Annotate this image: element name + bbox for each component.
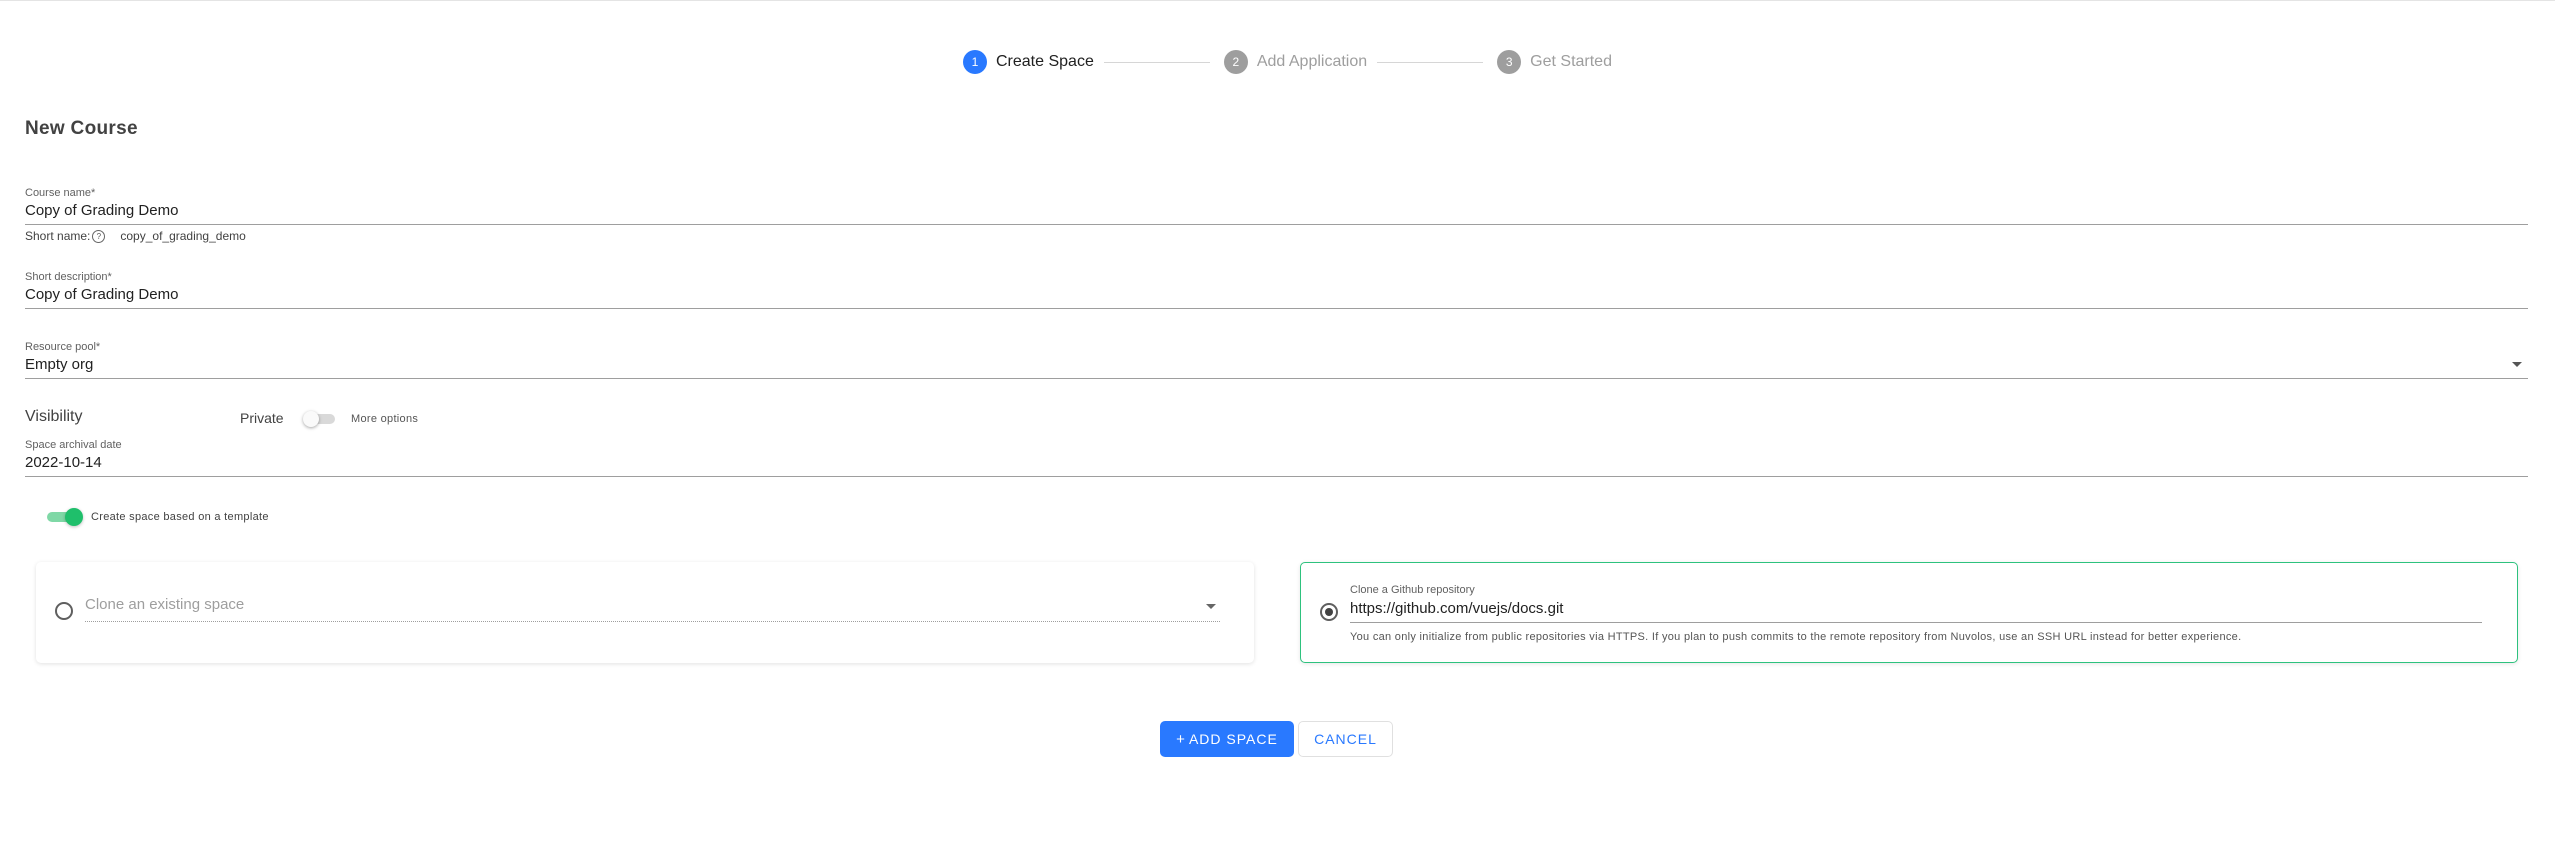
short-name-label: Short name: — [25, 229, 91, 243]
clone-space-select[interactable]: Clone an existing space — [85, 595, 1220, 622]
toggle-knob — [303, 411, 319, 427]
short-description-field[interactable]: Short description* Copy of Grading Demo — [25, 271, 2528, 309]
archival-date-label: Space archival date — [25, 439, 122, 451]
resource-pool-label: Resource pool* — [25, 341, 101, 353]
template-toggle-label: Create space based on a template — [91, 511, 269, 523]
private-label: Private — [240, 410, 284, 426]
add-space-button[interactable]: + ADD SPACE — [1160, 721, 1294, 757]
short-description-input[interactable]: Copy of Grading Demo — [25, 283, 2528, 308]
create-space-page: 1 Create Space 2 Add Application 3 Get S… — [0, 0, 2555, 848]
question-circle-icon[interactable]: ? — [92, 229, 106, 243]
step-connector — [1377, 61, 1484, 63]
course-name-label: Course name* — [25, 187, 96, 199]
chevron-down-icon[interactable] — [2512, 362, 2522, 367]
clone-repo-radio[interactable] — [1320, 603, 1338, 621]
add-space-label: ADD SPACE — [1188, 731, 1278, 747]
cancel-button[interactable]: CANCEL — [1298, 721, 1393, 757]
step-label: Get Started — [1530, 53, 1612, 70]
step-create-space[interactable]: 1 Create Space — [963, 50, 1094, 74]
toggle-knob — [65, 508, 83, 526]
archival-date-input[interactable]: 2022-10-14 — [25, 451, 2528, 476]
step-get-started[interactable]: 3 Get Started — [1497, 50, 1612, 74]
private-toggle[interactable] — [303, 411, 337, 427]
page-title: New Course — [25, 118, 138, 139]
more-options-label[interactable]: More options — [351, 413, 418, 425]
repo-url-input[interactable]: https://github.com/vuejs/docs.git — [1350, 596, 2482, 622]
step-number: 2 — [1223, 50, 1248, 74]
resource-pool-value: Empty org — [25, 356, 94, 373]
course-name-field[interactable]: Course name* Copy of Grading Demo — [25, 187, 2528, 225]
plus-icon: + — [1176, 730, 1186, 748]
step-number: 3 — [1497, 50, 1522, 74]
step-number: 1 — [963, 50, 987, 74]
clone-space-card[interactable]: Clone an existing space — [36, 562, 1254, 663]
stepper: 1 Create Space 2 Add Application 3 Get S… — [963, 49, 1612, 75]
template-toggle[interactable] — [47, 508, 83, 526]
step-connector — [1103, 61, 1210, 63]
step-label: Create Space — [996, 53, 1094, 70]
chevron-down-icon[interactable] — [1206, 604, 1216, 609]
step-add-application[interactable]: 2 Add Application — [1223, 50, 1368, 74]
step-label: Add Application — [1256, 53, 1368, 70]
course-name-input[interactable]: Copy of Grading Demo — [25, 199, 2528, 224]
archival-date-field[interactable]: Space archival date 2022-10-14 — [25, 439, 2528, 477]
repo-url-label: Clone a Github repository — [1350, 584, 1475, 596]
clone-space-radio[interactable] — [55, 602, 73, 620]
clone-repo-card[interactable]: Clone a Github repository https://github… — [1300, 562, 2518, 663]
resource-pool-select[interactable]: Resource pool* Empty org — [25, 341, 2528, 379]
visibility-label: Visibility — [25, 408, 83, 425]
short-name-value: copy_of_grading_demo — [120, 229, 246, 243]
repo-hint-text: You can only initialize from public repo… — [1350, 631, 2242, 643]
short-description-label: Short description* — [25, 271, 112, 283]
clone-space-placeholder: Clone an existing space — [85, 596, 245, 613]
repo-url-field[interactable]: Clone a Github repository https://github… — [1350, 584, 2482, 623]
short-name-row: Short name: ? copy_of_grading_demo — [25, 229, 246, 243]
